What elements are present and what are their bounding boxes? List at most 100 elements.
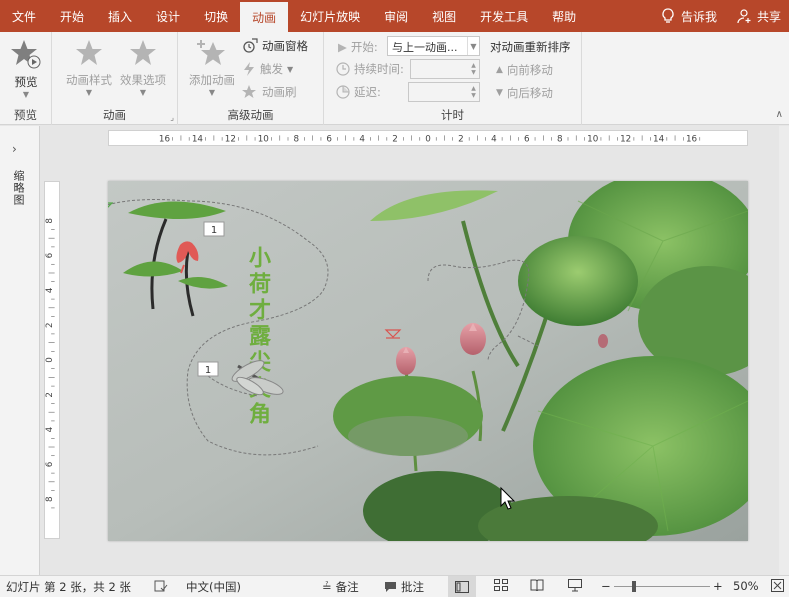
- duration-label: 持续时间:: [336, 61, 404, 77]
- tab-insert[interactable]: 插入: [96, 0, 144, 32]
- triangle-down-icon: ▼: [496, 88, 503, 98]
- zoom-slider-handle[interactable]: [632, 581, 636, 592]
- move-later-button[interactable]: ▼ 向后移动: [496, 85, 553, 101]
- vertical-scrollbar[interactable]: [779, 126, 789, 575]
- ruler-tick-label: 2: [45, 322, 55, 328]
- trigger-label: 触发: [260, 62, 283, 76]
- group-animation: 动画样式 ▼ 效果选项 ▼ ⌟ 动画: [52, 32, 178, 125]
- lightning-icon: [244, 62, 254, 76]
- language-indicator[interactable]: 中文(中国): [186, 579, 241, 595]
- tab-file[interactable]: 文件: [0, 0, 48, 32]
- ruler-tick-label: 10: [258, 135, 269, 145]
- chevron-down-icon: ▼: [287, 64, 294, 74]
- slide-canvas[interactable]: 小荷才露尖尖角 1 1: [108, 181, 748, 541]
- add-animation-label: 添加动画: [189, 73, 235, 87]
- play-icon: ▶: [338, 40, 347, 54]
- ruler-tick-label: 8: [557, 135, 563, 145]
- ruler-tick-label: 6: [326, 135, 332, 145]
- animation-styles-label: 动画样式: [66, 73, 112, 87]
- collapse-ribbon-icon[interactable]: ∧: [776, 109, 783, 120]
- add-animation-button[interactable]: 添加动画 ▼: [184, 38, 240, 97]
- notes-icon: ≟: [322, 580, 332, 594]
- tab-design[interactable]: 设计: [144, 0, 192, 32]
- animation-tag[interactable]: 1: [203, 221, 225, 237]
- chevron-down-icon: ▼: [139, 88, 147, 97]
- ruler-tick-label: 6: [45, 461, 55, 467]
- tab-transitions[interactable]: 切换: [192, 0, 240, 32]
- spelling-check-icon[interactable]: [154, 579, 168, 593]
- animation-pane-button[interactable]: 动画窗格: [242, 38, 308, 54]
- comments-button[interactable]: 批注: [384, 579, 424, 595]
- tab-slideshow[interactable]: 幻灯片放映: [288, 0, 372, 32]
- ribbon: 预览 ▼ 预览 动画样式 ▼ 效果选项 ▼ ⌟ 动画 添加动画 ▼ 动画窗格 触…: [0, 32, 789, 125]
- user-add-icon: [737, 9, 751, 24]
- thumbnail-pane-label: 缩略图: [12, 170, 25, 206]
- slide-sorter-icon: [494, 579, 508, 591]
- animation-styles-button[interactable]: 动画样式 ▼: [62, 38, 116, 97]
- zoom-out-button[interactable]: −: [601, 579, 611, 593]
- ruler-tick-label: 12: [225, 135, 236, 145]
- share-button[interactable]: 共享: [731, 8, 789, 25]
- spinner-icon: ▲ ▼: [471, 62, 476, 76]
- normal-view-button[interactable]: [448, 576, 476, 597]
- ruler-tick-label: 16: [159, 135, 171, 145]
- reading-view-icon: [530, 579, 544, 591]
- group-advanced-animation: 添加动画 ▼ 动画窗格 触发 ▼ 动画刷 高级动画: [178, 32, 324, 125]
- slide-artwork: 小荷才露尖尖角 1 1: [108, 181, 748, 541]
- normal-view-icon: [455, 580, 469, 593]
- start-dropdown[interactable]: 与上一动画... ▼: [387, 36, 480, 56]
- add-star-icon: [197, 40, 225, 65]
- preview-star-icon: [11, 40, 41, 69]
- ruler-tick-label: 4: [359, 135, 365, 145]
- animation-painter-button[interactable]: 动画刷: [242, 84, 297, 100]
- zoom-slider-track[interactable]: [614, 586, 710, 587]
- status-bar: 幻灯片 第 2 张，共 2 张 中文(中国) ≟ 备注 批注 − + 50%: [0, 575, 789, 597]
- ruler-tick-label: 0: [425, 135, 431, 145]
- tell-me-button[interactable]: 告诉我: [647, 8, 731, 25]
- svg-text:1: 1: [211, 225, 217, 236]
- slide-sorter-button[interactable]: [494, 579, 508, 591]
- group-label-preview: 预览: [14, 108, 37, 122]
- slide-count: 幻灯片 第 2 张，共 2 张: [6, 580, 131, 594]
- ruler-tick-label: 2: [392, 135, 398, 145]
- delay-label: 延迟:: [336, 84, 381, 100]
- zoom-in-button[interactable]: +: [713, 579, 723, 593]
- effect-options-button[interactable]: 效果选项 ▼: [116, 38, 170, 97]
- spinner-icon: ▲ ▼: [471, 85, 476, 99]
- ruler-tick-label: 8: [45, 496, 55, 502]
- fit-to-window-icon[interactable]: [771, 579, 784, 592]
- ruler-tick-label: 4: [45, 287, 55, 293]
- chevron-down-icon: ▼: [208, 88, 216, 97]
- animation-pane-label: 动画窗格: [262, 39, 308, 53]
- tab-help[interactable]: 帮助: [540, 0, 588, 32]
- ruler-tick-label: 6: [45, 252, 55, 258]
- animation-tag[interactable]: 1: [197, 361, 219, 377]
- chevron-down-icon: ▼: [22, 90, 30, 99]
- star-icon: [76, 40, 102, 65]
- group-label-advanced: 高级动画: [227, 108, 274, 122]
- zoom-level[interactable]: 50%: [733, 579, 759, 593]
- clock-icon: [336, 62, 350, 76]
- tab-home[interactable]: 开始: [48, 0, 96, 32]
- reading-view-button[interactable]: [530, 579, 544, 591]
- trigger-button[interactable]: 触发 ▼: [242, 61, 293, 77]
- horizontal-ruler: 16 14 12 10 8 6 4 2 0 2 4 6 8 10 12 14 16: [108, 130, 748, 146]
- tab-animations[interactable]: 动画: [240, 2, 289, 32]
- preview-button[interactable]: 预览 ▼: [8, 38, 44, 99]
- ruler-tick-label: 12: [620, 135, 631, 145]
- slideshow-button[interactable]: [568, 579, 582, 592]
- duration-input[interactable]: ▲ ▼: [410, 59, 480, 79]
- tab-review[interactable]: 审阅: [372, 0, 420, 32]
- tab-view[interactable]: 视图: [420, 0, 468, 32]
- delay-input[interactable]: ▲ ▼: [408, 82, 480, 102]
- start-label: ▶ 开始:: [338, 40, 378, 54]
- slide-title-vertical[interactable]: 小荷才露尖尖角: [245, 246, 271, 428]
- notes-button[interactable]: ≟ 备注: [322, 579, 359, 595]
- ruler-tick-label: 6: [524, 135, 530, 145]
- chevron-down-icon: ▼: [85, 88, 93, 97]
- comment-icon: [385, 582, 396, 592]
- tab-developer[interactable]: 开发工具: [468, 0, 540, 32]
- animation-pane-icon: [243, 38, 258, 53]
- move-earlier-button[interactable]: ▲ 向前移动: [496, 62, 553, 78]
- expand-thumbnails-icon[interactable]: ›: [12, 142, 17, 156]
